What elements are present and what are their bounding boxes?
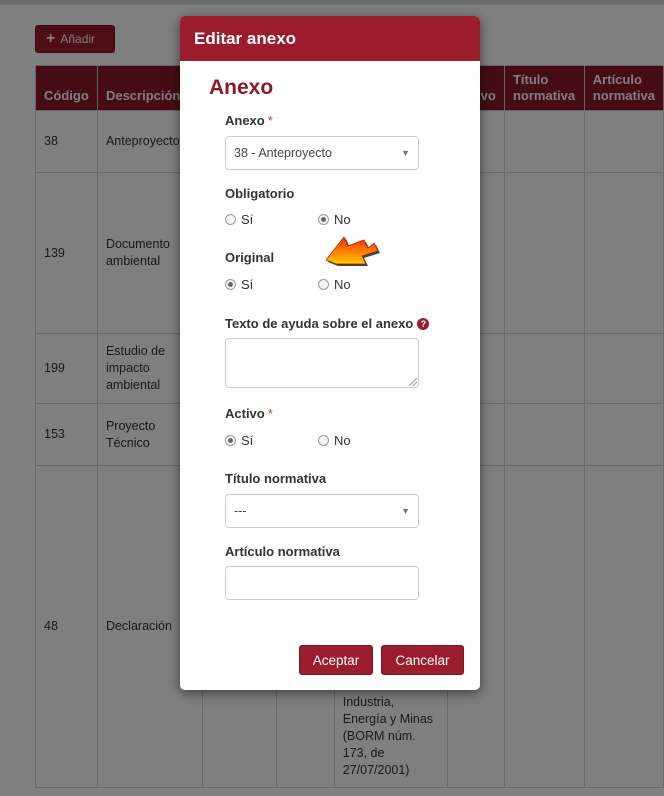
cancel-button[interactable]: Cancelar <box>381 645 464 675</box>
titulo-normativa-label: Título normativa <box>225 471 327 486</box>
articulo-normativa-input[interactable] <box>225 566 419 600</box>
original-label: Original <box>225 250 275 265</box>
anexo-label: Anexo * <box>225 113 273 128</box>
titulo-normativa-select[interactable]: --- ▼ <box>225 494 419 528</box>
chevron-down-icon: ▼ <box>401 148 410 158</box>
dialog-title: Editar anexo <box>194 28 297 48</box>
required-mark: * <box>267 406 273 421</box>
required-mark: * <box>267 113 273 128</box>
radio-button-selected[interactable] <box>225 435 236 446</box>
radio-button[interactable] <box>318 435 329 446</box>
articulo-normativa-label: Artículo normativa <box>225 544 340 559</box>
anexo-select-value: 38 - Anteproyecto <box>234 146 332 160</box>
chevron-down-icon: ▼ <box>401 506 410 516</box>
obligatorio-label: Obligatorio <box>225 186 295 201</box>
activo-label: Activo * <box>225 406 273 421</box>
obligatorio-option-si[interactable]: Sí <box>225 212 253 227</box>
accept-button[interactable]: Aceptar <box>299 645 373 675</box>
dialog-header: Editar anexo <box>180 16 480 61</box>
edit-annex-dialog: Editar anexo Anexo Anexo * 38 - Anteproye… <box>180 16 480 690</box>
help-text-textarea[interactable] <box>225 338 419 388</box>
section-title: Anexo <box>209 76 274 99</box>
activo-option-si[interactable]: Sí <box>225 433 253 448</box>
titulo-normativa-value: --- <box>234 504 247 518</box>
radio-button[interactable] <box>318 279 329 290</box>
original-option-si[interactable]: Sí <box>225 277 253 292</box>
help-text-label: Texto de ayuda sobre el anexo? <box>225 316 430 331</box>
original-option-no[interactable]: No <box>318 277 351 292</box>
radio-button-selected[interactable] <box>225 279 236 290</box>
obligatorio-option-no[interactable]: No <box>318 212 351 227</box>
pointer-arrow-icon <box>326 236 380 266</box>
resize-handle-icon[interactable] <box>409 378 417 386</box>
question-circle-icon[interactable]: ? <box>417 318 430 330</box>
activo-option-no[interactable]: No <box>318 433 351 448</box>
anexo-select[interactable]: 38 - Anteproyecto ▼ <box>225 136 419 170</box>
radio-button[interactable] <box>225 214 236 225</box>
radio-button-selected[interactable] <box>318 214 329 225</box>
